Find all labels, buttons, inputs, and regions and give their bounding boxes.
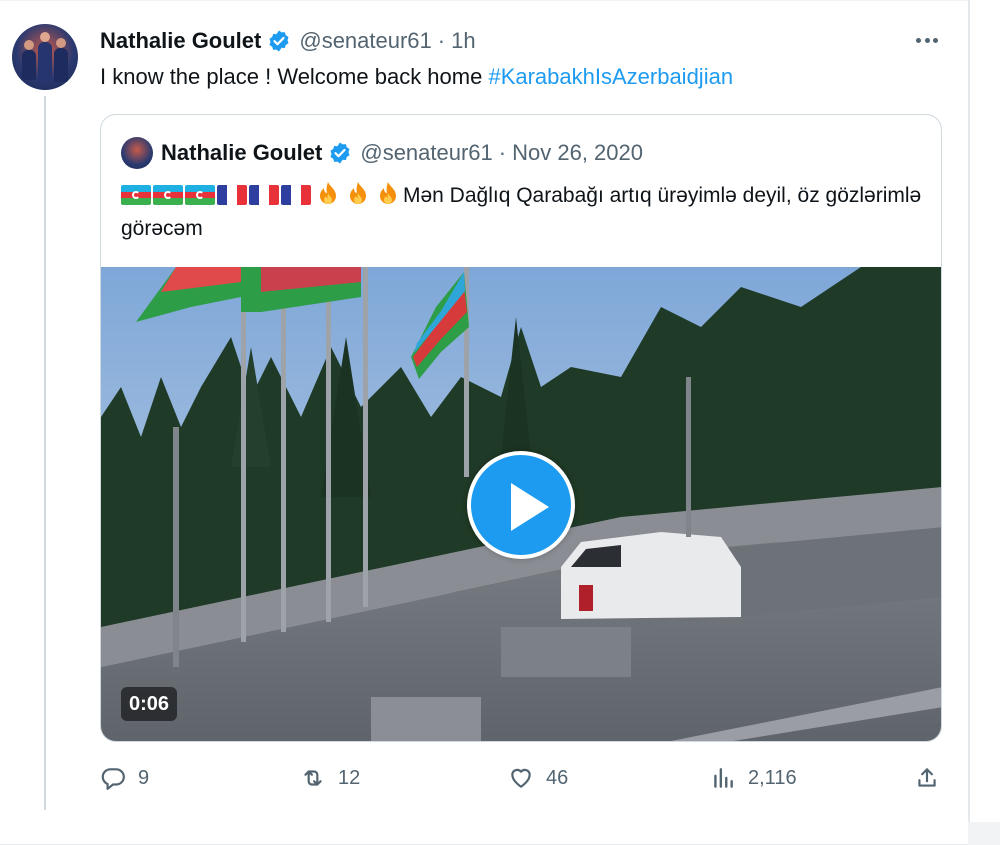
author-handle[interactable]: @senateur61 (299, 28, 431, 54)
flag-france-icon (217, 185, 247, 205)
heart-icon (511, 768, 531, 788)
tweet-header: Nathalie Goulet @senateur61 · 1h (100, 28, 476, 54)
video-duration: 0:06 (121, 687, 178, 721)
fire-icon (380, 182, 396, 204)
tweet-time[interactable]: 1h (451, 28, 475, 54)
tweet-actions: 9 12 46 2,116 (100, 760, 942, 796)
like-button[interactable]: 46 (508, 760, 568, 796)
like-count: 46 (546, 766, 569, 789)
quoted-tweet-header: Nathalie Goulet @senateur61 · Nov 26, 20… (161, 139, 643, 167)
retweet-count: 12 (338, 766, 361, 789)
quoted-tweet-card[interactable]: Nathalie Goulet @senateur61 · Nov 26, 20… (100, 114, 942, 742)
share-icon (918, 768, 936, 787)
more-dots-icon[interactable] (912, 30, 942, 50)
author-avatar[interactable] (12, 24, 78, 90)
reply-button[interactable]: 9 (100, 760, 149, 796)
author-name[interactable]: Nathalie Goulet (100, 28, 261, 54)
play-button[interactable] (467, 451, 575, 559)
share-button[interactable] (914, 760, 952, 796)
avatar-figure (22, 50, 36, 80)
hashtag-link[interactable]: #KarabakhIsAzerbaidjian (488, 64, 733, 89)
fire-icon (320, 182, 336, 204)
quoted-header-separator: · (498, 140, 507, 165)
verified-badge-icon (330, 142, 350, 164)
timeline-right-border (968, 0, 970, 845)
quoted-author-avatar[interactable] (121, 137, 153, 169)
flag-france-icon (249, 185, 279, 205)
retweet-icon (304, 770, 322, 786)
views-chart-icon (714, 768, 733, 788)
quoted-tweet-text: Mən Dağlıq Qarabağı artıq ürəyimlə deyil… (121, 179, 931, 245)
avatar-face (24, 40, 34, 50)
avatar-face (40, 32, 50, 42)
retweet-button[interactable]: 12 (300, 760, 360, 796)
flag-azerbaijan-icon (121, 185, 151, 205)
top-divider (0, 0, 968, 1)
video-player[interactable]: 0:06 (101, 267, 941, 741)
play-icon (511, 483, 549, 531)
flag-france-icon (281, 185, 311, 205)
flag-azerbaijan-icon (185, 185, 215, 205)
avatar-figure (54, 48, 68, 82)
reply-count: 9 (138, 766, 150, 789)
tweet-body: I know the place ! Welcome back home (100, 64, 489, 89)
verified-badge-icon[interactable] (267, 29, 291, 53)
view-count: 2,116 (748, 766, 797, 789)
avatar-figure (38, 42, 52, 82)
tweet-bottom-divider (0, 822, 968, 845)
tweet-text: I know the place ! Welcome back home #Ka… (100, 64, 733, 90)
avatar-face (56, 38, 66, 48)
bottom-area (0, 822, 1000, 845)
quoted-author-name[interactable]: Nathalie Goulet (161, 140, 322, 166)
views-button[interactable]: 2,116 (710, 760, 797, 796)
flag-azerbaijan-icon (153, 185, 183, 205)
quoted-tweet-date[interactable]: Nov 26, 2020 (512, 140, 643, 166)
thread-line (44, 96, 46, 810)
reply-icon (101, 768, 125, 790)
header-separator: · (437, 28, 446, 53)
quoted-author-handle[interactable]: @senateur61 (360, 140, 492, 166)
fire-icon (350, 182, 366, 204)
